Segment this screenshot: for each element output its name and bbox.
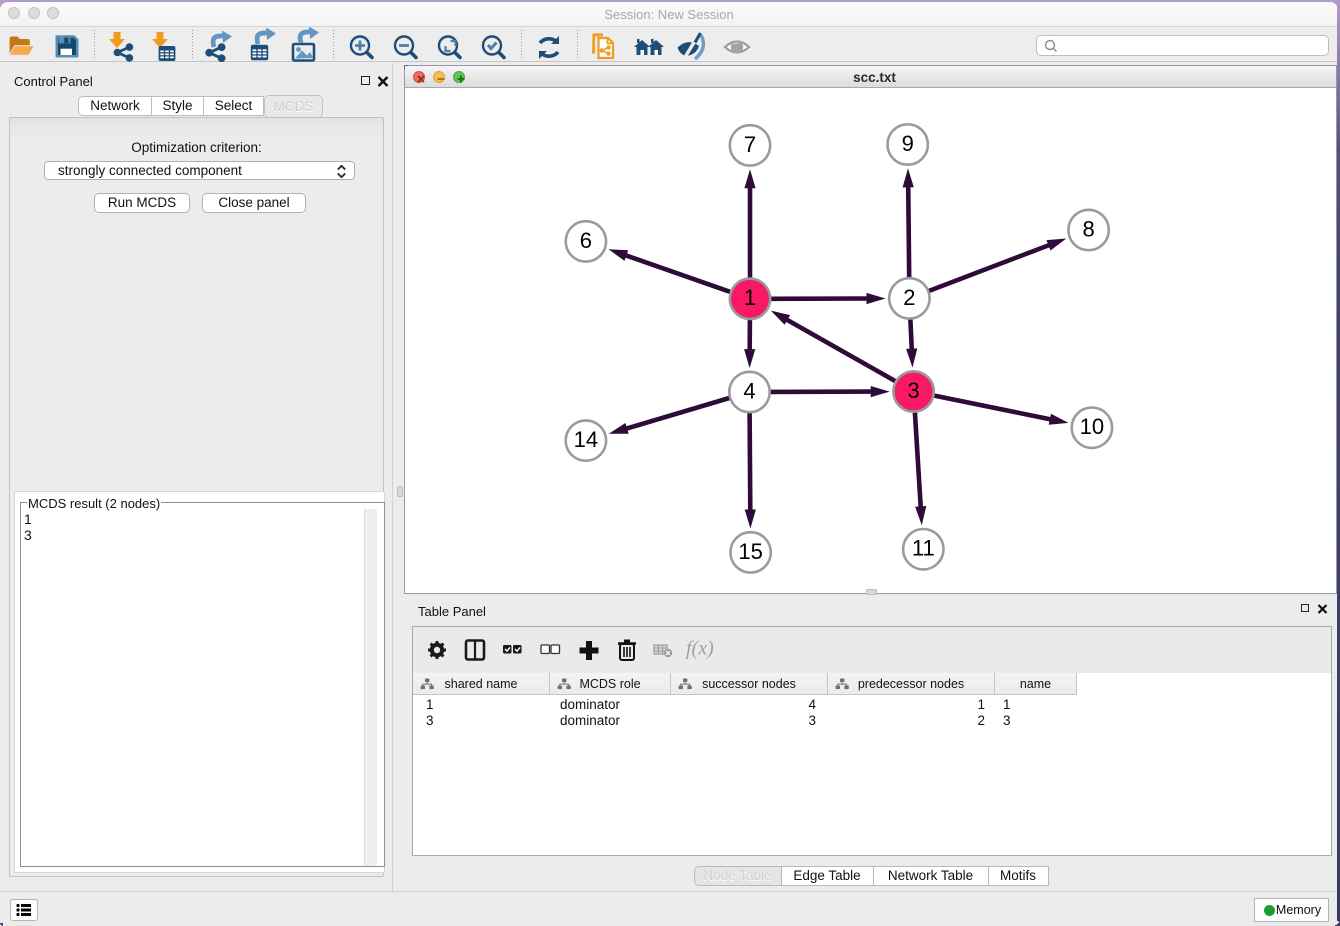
svg-text:3: 3 (907, 378, 919, 403)
svg-text:1: 1 (744, 285, 756, 310)
svg-text:15: 15 (738, 539, 762, 564)
svg-text:10: 10 (1080, 414, 1104, 439)
svg-text:9: 9 (902, 131, 914, 156)
svg-text:14: 14 (574, 427, 598, 452)
svg-text:11: 11 (912, 536, 935, 561)
svg-text:f(x): f(x) (686, 638, 714, 660)
svg-text:8: 8 (1082, 216, 1094, 241)
svg-text:6: 6 (580, 228, 592, 253)
svg-text:4: 4 (743, 378, 755, 403)
svg-text:7: 7 (744, 132, 756, 157)
svg-text:2: 2 (903, 285, 915, 310)
